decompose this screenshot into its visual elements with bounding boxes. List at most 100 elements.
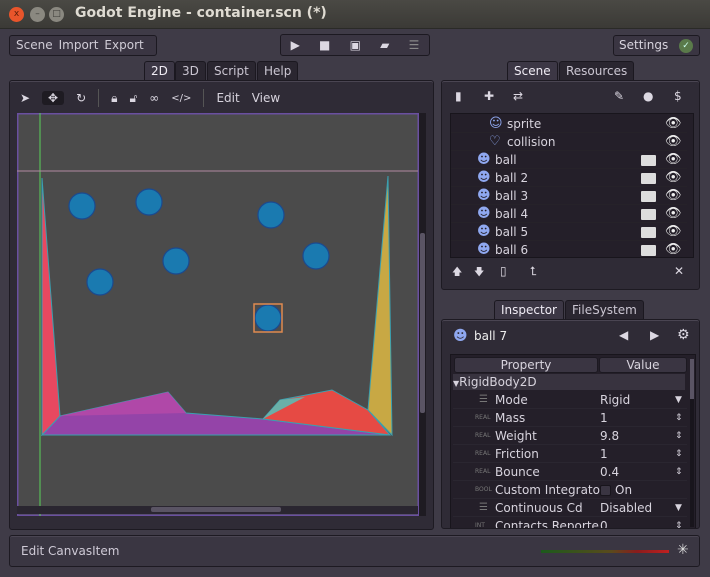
canvas-viewport[interactable] (17, 113, 419, 516)
tree-item[interactable]: ♡ collision 👁︎ (451, 133, 687, 151)
property-row[interactable]: REAL Mass 1 ⇕ (453, 409, 687, 427)
tab-3d[interactable]: 3D (175, 61, 206, 80)
property-row[interactable]: REAL Friction 1 ⇕ (453, 445, 687, 463)
visibility-eye-icon[interactable]: 👁︎ (665, 115, 682, 133)
close-button[interactable]: x (9, 7, 24, 22)
new-node-icon[interactable]: ▮ (455, 89, 462, 103)
property-value[interactable]: 0.4 (600, 463, 619, 481)
tree-item[interactable]: ☻ ball 2 👁︎ (451, 169, 687, 187)
tab-scene[interactable]: Scene (507, 61, 558, 80)
spin-icon[interactable]: ⇕ (675, 409, 683, 427)
visibility-eye-icon[interactable]: 👁︎ (665, 133, 682, 151)
property-value[interactable]: 1 (600, 409, 608, 427)
open-folder-icon[interactable]: ▰ (380, 38, 389, 52)
add-node-icon[interactable]: ✚ (484, 89, 494, 103)
folder-icon[interactable] (641, 173, 656, 184)
spin-icon[interactable]: ⇕ (675, 517, 683, 528)
tree-item[interactable]: ☺ sprite 👁︎ (451, 115, 687, 133)
property-value[interactable]: 0 (600, 517, 608, 528)
visibility-eye-icon[interactable]: 👁︎ (665, 151, 682, 169)
property-row[interactable]: ☰ Mode Rigid ▼ (453, 391, 687, 409)
tree-item[interactable]: ☻ ball 6 👁︎ (451, 241, 687, 257)
spin-icon[interactable]: ⇕ (675, 463, 683, 481)
move-up-icon[interactable]: 🡅 (452, 265, 462, 282)
ungroup-icon[interactable]: </> (171, 93, 191, 104)
stop-icon[interactable]: ■ (319, 38, 330, 52)
property-row[interactable]: INT Contacts Reporte 0 ⇕ (453, 517, 687, 528)
checkbox[interactable] (600, 485, 611, 496)
tab-filesystem[interactable]: FileSystem (565, 300, 644, 319)
section-rigidbody2d[interactable]: ▼RigidBody2D (453, 374, 685, 390)
ball-sprite[interactable] (68, 192, 96, 220)
spin-icon[interactable]: ⇕ (675, 427, 683, 445)
visibility-eye-icon[interactable]: 👁︎ (665, 241, 682, 257)
visibility-eye-icon[interactable]: 👁︎ (665, 223, 682, 241)
property-value[interactable]: 1 (600, 445, 608, 463)
property-row[interactable]: ☰ Continuous Cd Disabled ▼ (453, 499, 687, 517)
tab-help[interactable]: Help (257, 61, 299, 80)
menu-import[interactable]: Import (59, 38, 99, 52)
menu-edit[interactable]: Edit (216, 91, 239, 105)
visibility-eye-icon[interactable]: 👁︎ (665, 169, 682, 187)
property-row[interactable]: REAL Weight 9.8 ⇕ (453, 427, 687, 445)
debug-menu-icon[interactable]: ☰ (409, 38, 420, 52)
folder-icon[interactable] (641, 227, 656, 238)
duplicate-icon[interactable]: ▯ (500, 264, 507, 278)
lock-icon[interactable]: 🔒︎ (111, 91, 117, 106)
play-scene-icon[interactable]: ▣ (350, 38, 361, 52)
group-icon[interactable]: ∞ (149, 91, 159, 105)
property-value[interactable]: Rigid (600, 391, 630, 409)
maximize-button[interactable]: □ (49, 7, 64, 22)
tab-inspector[interactable]: Inspector (494, 300, 564, 319)
history-back-icon[interactable]: ◀ (619, 328, 628, 342)
ball-sprite[interactable] (257, 201, 285, 229)
select-tool-icon[interactable]: ➤ (20, 91, 30, 105)
property-value[interactable]: On (615, 481, 632, 499)
tree-item[interactable]: ☻ ball 3 👁︎ (451, 187, 687, 205)
folder-icon[interactable] (641, 245, 656, 256)
tree-item[interactable]: ☻ ball 5 👁︎ (451, 223, 687, 241)
dropdown-icon[interactable]: ▼ (675, 499, 682, 517)
inspector-scrollbar[interactable] (690, 359, 694, 527)
property-row[interactable]: REAL Bounce 0.4 ⇕ (453, 463, 687, 481)
property-row[interactable]: BOOL Custom Integrato On (453, 481, 687, 499)
v-scrollbar[interactable] (419, 113, 426, 516)
move-tool-icon[interactable]: ✥ (42, 91, 65, 105)
tab-resources[interactable]: Resources (559, 61, 635, 80)
folder-icon[interactable] (641, 191, 656, 202)
tree-item[interactable]: ☻ ball 4 👁︎ (451, 205, 687, 223)
tab-2d[interactable]: 2D (144, 61, 175, 80)
move-down-icon[interactable]: 🡇 (474, 265, 484, 282)
minimize-button[interactable]: – (30, 7, 45, 22)
connections-icon[interactable]: ✎ (614, 89, 624, 103)
ball-sprite[interactable] (86, 268, 114, 296)
menu-scene[interactable]: Scene (16, 38, 53, 52)
menu-export[interactable]: Export (104, 38, 143, 52)
ball-sprite[interactable] (302, 242, 330, 270)
gear-icon[interactable]: ⚙ (677, 327, 690, 343)
rotate-tool-icon[interactable]: ↻ (76, 91, 86, 105)
replace-node-icon[interactable]: ⇄ (513, 89, 523, 103)
visibility-eye-icon[interactable]: 👁︎ (665, 187, 682, 205)
unlock-icon[interactable]: 🔓︎ (130, 91, 138, 106)
scrollbar-thumb[interactable] (690, 359, 694, 399)
folder-icon[interactable] (641, 155, 656, 166)
ball-sprite[interactable] (135, 188, 163, 216)
tab-script[interactable]: Script (207, 61, 256, 80)
dropdown-icon[interactable]: ▼ (675, 391, 682, 409)
play-icon[interactable]: ▶ (291, 38, 300, 52)
delete-icon[interactable]: ✕ (674, 264, 684, 278)
ball-sprite[interactable] (162, 247, 190, 275)
reparent-icon[interactable]: ⮤ (530, 264, 537, 279)
visibility-eye-icon[interactable]: 👁︎ (665, 205, 682, 223)
spin-icon[interactable]: ⇕ (675, 445, 683, 463)
property-value[interactable]: Disabled (600, 499, 652, 517)
property-value[interactable]: 9.8 (600, 427, 619, 445)
history-forward-icon[interactable]: ▶ (650, 328, 659, 342)
menu-view[interactable]: View (252, 91, 280, 105)
v-scrollbar-thumb[interactable] (420, 233, 425, 413)
groups-icon[interactable]: ● (643, 89, 653, 103)
tree-item[interactable]: ☻ ball 👁︎ (451, 151, 687, 169)
script-icon[interactable]: $ (674, 89, 682, 103)
folder-icon[interactable] (641, 209, 656, 220)
